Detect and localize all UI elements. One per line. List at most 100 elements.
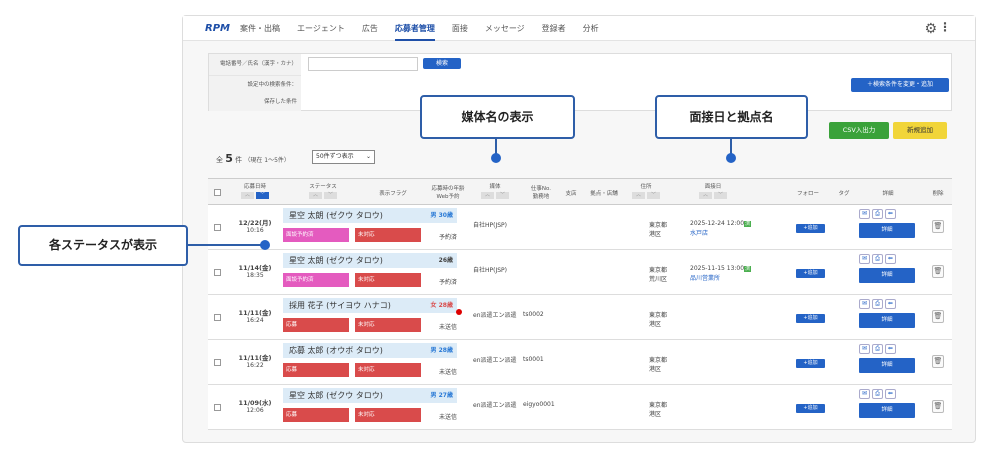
callout-interview: 面接日と拠点名 [655,95,808,139]
applicant-name[interactable]: 採用 花子 (サイヨウ ハナコ) [289,301,391,310]
more-menu-icon[interactable]: ⋮ [939,20,951,34]
applicant-age: 男 30歳 [430,212,453,219]
mail-icon[interactable]: ✉ [859,299,870,309]
follow-add-button[interactable]: +追加 [796,269,825,278]
print-icon[interactable]: ⎙ [872,299,883,309]
applicant-name-bar[interactable]: 星空 太朗 (ゼクウ タロウ) 26歳 [283,253,457,268]
col-branch: 支店 [565,191,577,197]
per-page-select[interactable]: 50件ずつ表示 ⌄ [312,150,375,164]
flag-badge[interactable]: 未対応 [355,228,421,242]
export-icon[interactable]: ⇚ [885,344,896,354]
applicant-name[interactable]: 星空 太朗 (ゼクウ タロウ) [289,211,383,220]
callout-dot [260,240,270,250]
address-pref: 東京都 [649,222,668,229]
follow-add-button[interactable]: +追加 [796,224,825,233]
nav-item-ads[interactable]: 広告 [362,16,378,41]
status-badge[interactable]: 応募 [283,318,349,332]
sort-address[interactable]: ︿ ﹀ [632,192,660,199]
interview-date: 2025-11-15 13:00 [690,265,745,272]
status-badge[interactable]: 応募 [283,363,349,377]
table-row: 11/11(金) 16:24 採用 花子 (サイヨウ ハナコ) 女 28歳 応募 未… [208,295,952,340]
interview-badge: 済 [744,266,752,272]
status-badge[interactable]: 面談予約済 [283,228,349,242]
row-checkbox[interactable] [214,269,221,276]
gear-icon[interactable]: ⚙ [924,21,937,37]
applicant-name[interactable]: 星空 太郎 (ゼクウ タロウ) [289,391,383,400]
search-button[interactable]: 検索 [423,58,461,69]
row-checkbox[interactable] [214,224,221,231]
flag-badge[interactable]: 未対応 [355,273,421,287]
interview-base[interactable]: 水戸店 [690,229,751,238]
applicant-name[interactable]: 応募 太郎 (オウボ タロウ) [289,346,383,355]
sort-media[interactable]: ︿ ﹀ [481,192,509,199]
nav-item-analytics[interactable]: 分析 [583,16,599,41]
phone-name-label: 電話番号／氏名（漢字・カナ） [209,54,301,75]
applicant-name-bar[interactable]: 採用 花子 (サイヨウ ハナコ) 女 28歳 [283,298,457,313]
status-badge[interactable]: 応募 [283,408,349,422]
status-badge[interactable]: 面談予約済 [283,273,349,287]
print-icon[interactable]: ⎙ [872,389,883,399]
detail-button[interactable]: 詳細 [859,223,915,238]
nav-item-messages[interactable]: メッセージ [485,16,525,41]
detail-button[interactable]: 詳細 [859,313,915,328]
nav-item-interview[interactable]: 面接 [452,16,468,41]
mail-icon[interactable]: ✉ [859,209,870,219]
follow-add-button[interactable]: +追加 [796,314,825,323]
print-icon[interactable]: ⎙ [872,344,883,354]
callout-line [188,244,264,246]
trash-icon[interactable]: 🗑 [932,310,944,323]
flag-badge[interactable]: 未対応 [355,408,421,422]
sort-date[interactable]: ︿ ﹀ [241,192,269,199]
sort-interview[interactable]: ︿ ﹀ [699,192,727,199]
col-workplace: 勤務地 [532,194,550,200]
flag-badge[interactable]: 未対応 [355,363,421,377]
print-icon[interactable]: ⎙ [872,254,883,264]
trash-icon[interactable]: 🗑 [932,265,944,278]
col-follow: フォロー [796,191,819,197]
table-row: 12/22(月) 10:16 星空 太朗 (ゼクウ タロウ) 男 30歳 面談予約済… [208,205,952,250]
table-row: 11/14(金) 18:35 星空 太朗 (ゼクウ タロウ) 26歳 面談予約済 未… [208,250,952,295]
export-icon[interactable]: ⇚ [885,209,896,219]
detail-button[interactable]: 詳細 [859,268,915,283]
trash-icon[interactable]: 🗑 [932,400,944,413]
mail-icon[interactable]: ✉ [859,389,870,399]
apply-time: 18:35 [246,272,264,279]
follow-add-button[interactable]: +追加 [796,359,825,368]
logo[interactable]: RPM [205,23,230,34]
detail-button[interactable]: 詳細 [859,403,915,418]
mail-icon[interactable]: ✉ [859,344,870,354]
sort-status[interactable]: ︿ ﹀ [309,192,337,199]
applicant-name-bar[interactable]: 応募 太郎 (オウボ タロウ) 男 28歳 [283,343,457,358]
print-icon[interactable]: ⎙ [872,209,883,219]
change-conditions-button[interactable]: ＋検索条件を変更・追加 [851,78,949,92]
csv-button[interactable]: CSV入出力 [829,122,889,139]
trash-icon[interactable]: 🗑 [932,220,944,233]
interview-base[interactable]: 品川営業所 [690,274,751,283]
phone-name-input[interactable] [308,57,418,71]
media-name: en派遣エン派遣 [473,402,517,409]
nav-item-registrants[interactable]: 登録者 [542,16,566,41]
follow-add-button[interactable]: +追加 [796,404,825,413]
row-checkbox[interactable] [214,404,221,411]
interview-date: 2025-12-24 12:00 [690,220,745,227]
applicant-name[interactable]: 星空 太朗 (ゼクウ タロウ) [289,256,383,265]
select-all-checkbox[interactable] [214,189,221,196]
col-tag: タグ [838,191,850,197]
detail-button[interactable]: 詳細 [859,358,915,373]
export-icon[interactable]: ⇚ [885,389,896,399]
applicant-name-bar[interactable]: 星空 太朗 (ゼクウ タロウ) 男 30歳 [283,208,457,223]
applicant-name-bar[interactable]: 星空 太郎 (ゼクウ タロウ) 男 27歳 [283,388,457,403]
interview-badge: 済 [744,221,752,227]
new-button[interactable]: 新規追加 [893,122,947,139]
trash-icon[interactable]: 🗑 [932,355,944,368]
nav-item-applicants[interactable]: 応募者管理 [394,16,435,41]
row-checkbox[interactable] [214,314,221,321]
flag-badge[interactable]: 未対応 [355,318,421,332]
nav-item-projects[interactable]: 案件・出稿 [240,16,280,41]
media-name: 自社HP(JSP) [473,267,508,274]
nav-item-agent[interactable]: エージェント [297,16,345,41]
export-icon[interactable]: ⇚ [885,254,896,264]
row-checkbox[interactable] [214,359,221,366]
export-icon[interactable]: ⇚ [885,299,896,309]
mail-icon[interactable]: ✉ [859,254,870,264]
